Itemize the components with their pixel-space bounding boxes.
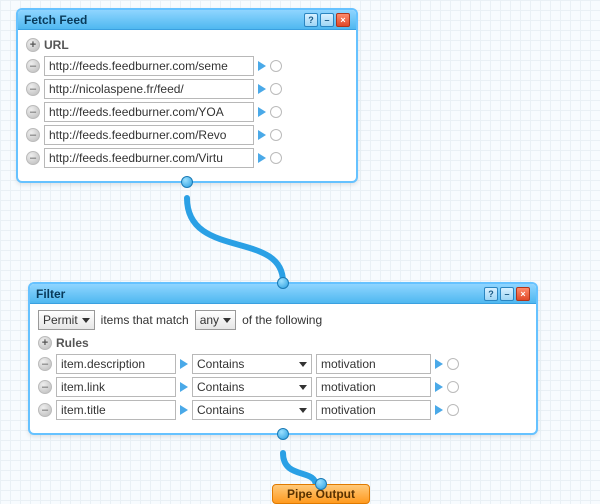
url-row: – http://feeds.feedburner.com/YOA	[26, 102, 348, 122]
arrow-right-icon	[435, 382, 443, 392]
remove-url-button[interactable]: –	[26, 82, 40, 96]
remove-url-button[interactable]: –	[26, 128, 40, 142]
url-row: – http://feeds.feedburner.com/Virtu	[26, 148, 348, 168]
remove-url-button[interactable]: –	[26, 105, 40, 119]
remove-rule-button[interactable]: –	[38, 380, 52, 394]
add-rule-button[interactable]: +	[38, 336, 52, 350]
module-title: Filter	[36, 287, 484, 301]
topline-text: items that match	[101, 313, 189, 327]
rule-field-input[interactable]: item.title	[56, 400, 176, 420]
module-output-port[interactable]	[277, 428, 289, 440]
input-port[interactable]	[270, 152, 282, 164]
chevron-down-icon	[299, 385, 307, 390]
topline-text: of the following	[242, 313, 322, 327]
rule-field-input[interactable]: item.description	[56, 354, 176, 374]
rule-value-input[interactable]: motivation	[316, 400, 431, 420]
module-titlebar[interactable]: Fetch Feed ? – ×	[18, 10, 356, 30]
rule-operator-select[interactable]: Contains	[192, 400, 312, 420]
permit-block-select[interactable]: Permit	[38, 310, 95, 330]
module-output-port[interactable]	[181, 176, 193, 188]
pipe-output-node[interactable]: Pipe Output	[272, 484, 370, 504]
add-url-button[interactable]: +	[26, 38, 40, 52]
rule-value-input[interactable]: motivation	[316, 377, 431, 397]
rule-row: – item.title Contains motivation	[38, 400, 528, 420]
url-row: – http://feeds.feedburner.com/seme	[26, 56, 348, 76]
arrow-right-icon	[435, 405, 443, 415]
url-input[interactable]: http://feeds.feedburner.com/seme	[44, 56, 254, 76]
module-title: Fetch Feed	[24, 13, 304, 27]
module-input-port[interactable]	[277, 277, 289, 289]
chevron-down-icon	[299, 362, 307, 367]
arrow-right-icon	[258, 61, 266, 71]
arrow-right-icon	[258, 107, 266, 117]
help-button[interactable]: ?	[304, 13, 318, 27]
url-input[interactable]: http://feeds.feedburner.com/Revo	[44, 125, 254, 145]
filter-module[interactable]: Filter ? – × Permit items that match any…	[28, 282, 538, 435]
rule-row: – item.description Contains motivation	[38, 354, 528, 374]
url-section-label: URL	[44, 38, 69, 52]
input-port[interactable]	[270, 83, 282, 95]
close-button[interactable]: ×	[336, 13, 350, 27]
fetch-feed-module[interactable]: Fetch Feed ? – × + URL – http://feeds.fe…	[16, 8, 358, 183]
url-input[interactable]: http://nicolaspene.fr/feed/	[44, 79, 254, 99]
help-button[interactable]: ?	[484, 287, 498, 301]
arrow-right-icon	[180, 382, 188, 392]
remove-url-button[interactable]: –	[26, 59, 40, 73]
module-input-port[interactable]	[315, 478, 327, 490]
rules-section-label: Rules	[56, 336, 89, 350]
url-row: – http://nicolaspene.fr/feed/	[26, 79, 348, 99]
arrow-right-icon	[180, 359, 188, 369]
input-port[interactable]	[270, 60, 282, 72]
rule-value-input[interactable]: motivation	[316, 354, 431, 374]
arrow-right-icon	[258, 153, 266, 163]
chevron-down-icon	[299, 408, 307, 413]
chevron-down-icon	[82, 318, 90, 323]
match-any-all-select[interactable]: any	[195, 310, 236, 330]
remove-url-button[interactable]: –	[26, 151, 40, 165]
minimize-button[interactable]: –	[500, 287, 514, 301]
rule-operator-select[interactable]: Contains	[192, 377, 312, 397]
url-row: – http://feeds.feedburner.com/Revo	[26, 125, 348, 145]
chevron-down-icon	[223, 318, 231, 323]
remove-rule-button[interactable]: –	[38, 357, 52, 371]
rule-row: – item.link Contains motivation	[38, 377, 528, 397]
input-port[interactable]	[447, 404, 459, 416]
url-input[interactable]: http://feeds.feedburner.com/Virtu	[44, 148, 254, 168]
input-port[interactable]	[447, 381, 459, 393]
rule-operator-select[interactable]: Contains	[192, 354, 312, 374]
arrow-right-icon	[258, 84, 266, 94]
url-input[interactable]: http://feeds.feedburner.com/YOA	[44, 102, 254, 122]
rule-field-input[interactable]: item.link	[56, 377, 176, 397]
arrow-right-icon	[180, 405, 188, 415]
arrow-right-icon	[435, 359, 443, 369]
input-port[interactable]	[447, 358, 459, 370]
arrow-right-icon	[258, 130, 266, 140]
input-port[interactable]	[270, 106, 282, 118]
close-button[interactable]: ×	[516, 287, 530, 301]
minimize-button[interactable]: –	[320, 13, 334, 27]
input-port[interactable]	[270, 129, 282, 141]
remove-rule-button[interactable]: –	[38, 403, 52, 417]
